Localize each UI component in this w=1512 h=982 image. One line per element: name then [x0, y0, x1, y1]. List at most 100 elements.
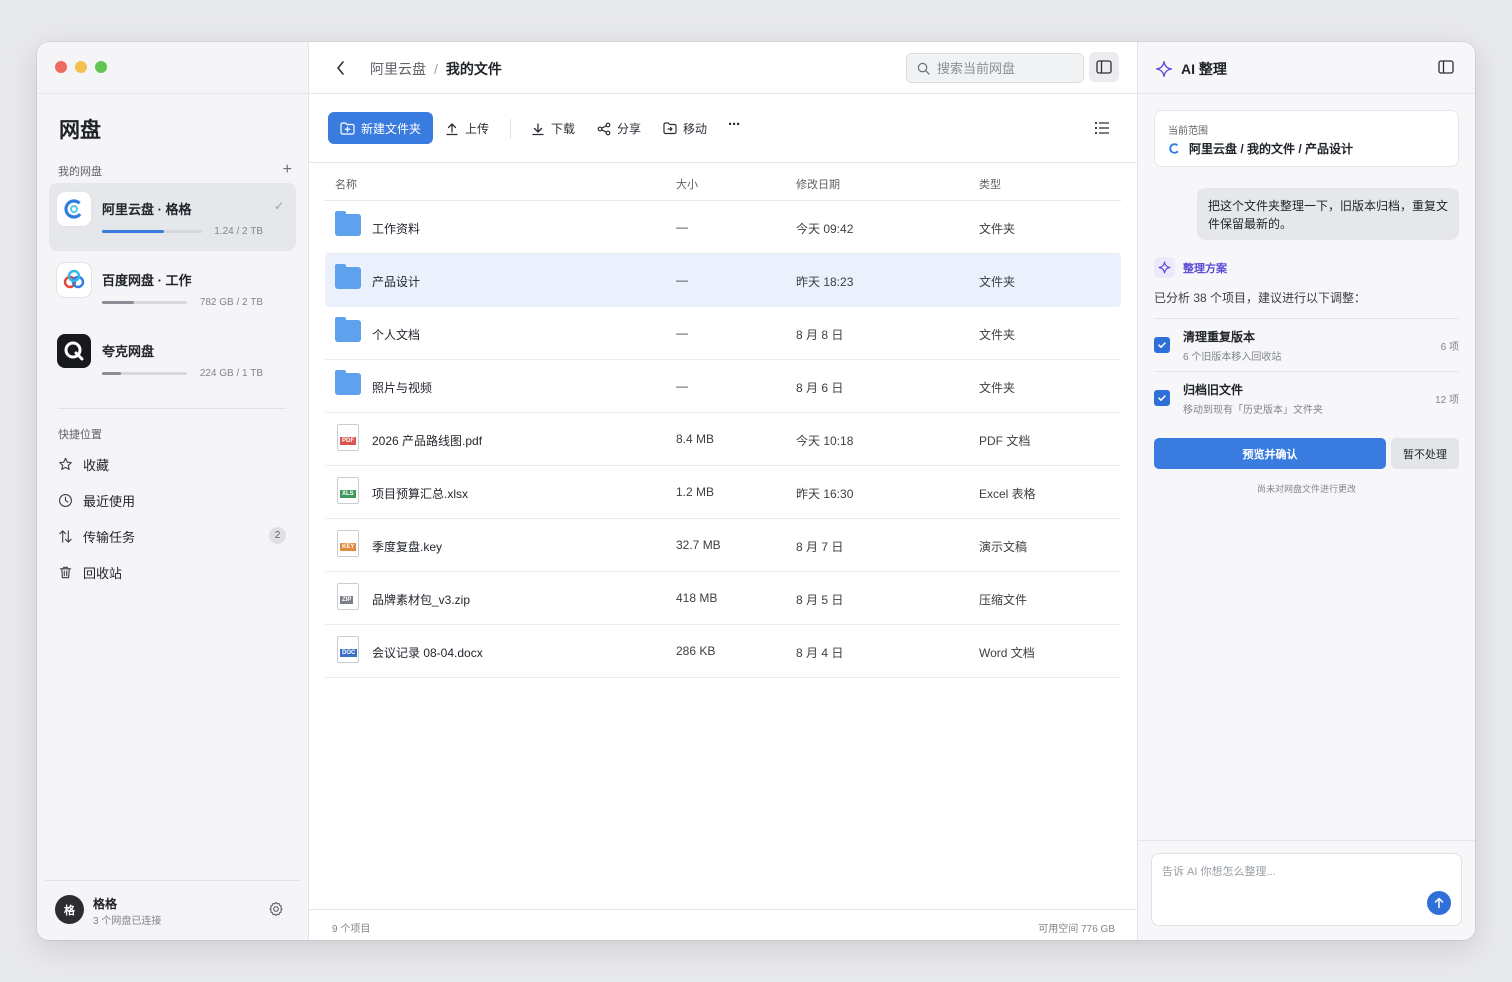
column-header-type[interactable]: 类型 [979, 176, 1001, 192]
file-date: 今天 10:18 [796, 434, 854, 448]
column-header-date[interactable]: 修改日期 [796, 176, 840, 192]
file-size: 286 KB [676, 644, 716, 658]
sidebar-item-transfers[interactable]: 传输任务 [58, 527, 135, 546]
plan-item-count: 12 项 [1435, 395, 1459, 406]
file-size: — [676, 220, 688, 234]
column-header-name[interactable]: 名称 [335, 176, 357, 192]
plan-checkbox[interactable] [1154, 337, 1170, 353]
zoom-window-button[interactable] [95, 61, 107, 73]
breadcrumb-item-root[interactable]: 阿里云盘 [370, 59, 426, 79]
arrow-up-icon [1434, 897, 1444, 909]
avatar[interactable]: 格 [55, 895, 84, 924]
drive-usage-fill [102, 372, 121, 375]
breadcrumb: 阿里云盘 / 我的文件 [370, 59, 502, 79]
table-row[interactable]: 个人文档 — 8 月 8 日 文件夹 [325, 307, 1121, 360]
item-count: 9 个项目 [332, 924, 371, 935]
table-row[interactable]: KEY 季度复盘.key 32.7 MB 8 月 7 日 演示文稿 [325, 519, 1121, 572]
list-view-icon[interactable] [1094, 121, 1110, 135]
divider [45, 880, 300, 881]
ai-composer [1151, 853, 1462, 926]
preview-confirm-button[interactable]: 预览并确认 [1154, 438, 1386, 469]
transfer-count-badge: 2 [269, 527, 286, 544]
plan-item-subtitle: 移动到现有「历史版本」文件夹 [1183, 405, 1323, 416]
ai-prompt-input[interactable] [1162, 863, 1412, 903]
file-type: 文件夹 [979, 222, 1016, 236]
file-date: 今天 09:42 [796, 222, 854, 236]
table-row[interactable]: DOC 会议记录 08-04.docx 286 KB 8 月 4 日 Word 文档 [325, 625, 1121, 678]
download-button[interactable]: 下载 [531, 120, 575, 137]
drive-item-baidu[interactable]: 百度网盘 · 工作 782 GB / 2 TB [49, 254, 296, 322]
user-name: 格格 [93, 897, 118, 911]
sparkle-icon [1155, 60, 1173, 78]
table-row[interactable]: 工作资料 — 今天 09:42 文件夹 [325, 201, 1121, 254]
file-list: 工作资料 — 今天 09:42 文件夹 产品设计 — 昨天 18:23 文件夹 个人文档 —8 月… [325, 201, 1121, 678]
file-icon: PDF [335, 424, 359, 451]
skip-button[interactable]: 暂不处理 [1391, 438, 1459, 469]
table-row[interactable]: PDF 2026 产品路线图.pdf 8.4 MB 今天 10:18 PDF 文档 [325, 413, 1121, 466]
drive-item-quark[interactable]: 夸克网盘 224 GB / 1 TB [49, 325, 296, 393]
clock-icon [59, 494, 72, 507]
drive-usage-bar [102, 372, 187, 375]
drive-name: 夸克网盘 [102, 344, 155, 359]
close-window-button[interactable] [55, 61, 67, 73]
drive-usage-fill [102, 230, 164, 233]
quark-logo-icon [57, 334, 91, 368]
search-input[interactable] [937, 60, 1077, 76]
transfer-icon [59, 530, 72, 543]
file-name: 会议记录 08-04.docx [372, 646, 483, 660]
upload-button[interactable]: 上传 [445, 120, 489, 137]
file-size: — [676, 326, 688, 340]
sidebar: 网盘 我的网盘 + 阿里云盘 · 格格 ✓ 1.24 / 2 TB 百度网盘 ·… [37, 42, 309, 940]
minimize-window-button[interactable] [75, 61, 87, 73]
file-type: PDF 文档 [979, 434, 1031, 448]
folder-plus-icon [340, 121, 355, 135]
folder-move-icon [663, 122, 677, 135]
topbar: 阿里云盘 / 我的文件 [309, 42, 1137, 94]
upload-label: 上传 [465, 122, 490, 136]
file-name: 项目预算汇总.xlsx [372, 487, 469, 501]
table-row[interactable]: 照片与视频 — 8 月 6 日 文件夹 [325, 360, 1121, 413]
sidebar-item-trash[interactable]: 回收站 [58, 563, 122, 582]
search-box [906, 53, 1084, 83]
new-folder-button[interactable]: 新建文件夹 [328, 112, 433, 144]
drive-quota: 1.24 / 2 TB [214, 226, 263, 237]
window-controls [55, 61, 107, 73]
toggle-panel-button[interactable] [1089, 52, 1119, 82]
plan-checkbox[interactable] [1154, 390, 1170, 406]
download-label: 下载 [551, 122, 576, 136]
table-row[interactable]: ZIP 品牌素材包_v3.zip 418 MB 8 月 5 日 压缩文件 [325, 572, 1121, 625]
back-chevron-icon[interactable] [333, 59, 349, 77]
file-date: 昨天 16:30 [796, 487, 854, 501]
add-drive-button[interactable]: + [283, 160, 292, 180]
table-row[interactable]: 产品设计 — 昨天 18:23 文件夹 [325, 254, 1121, 307]
file-type: 压缩文件 [979, 593, 1028, 607]
ai-title-text: AI 整理 [1181, 61, 1227, 77]
download-icon [532, 122, 544, 135]
plan-description: 已分析 38 个项目，建议进行以下调整： [1154, 291, 1367, 305]
sidebar-item-favorites[interactable]: 收藏 [58, 455, 109, 474]
file-name: 工作资料 [372, 222, 421, 236]
baidu-logo-icon [57, 263, 91, 297]
file-date: 8 月 8 日 [796, 328, 844, 342]
aliyun-logo-icon [1169, 143, 1180, 154]
move-button[interactable]: 移动 [663, 120, 707, 137]
divider [510, 119, 511, 139]
file-date: 8 月 7 日 [796, 540, 844, 554]
table-row[interactable]: XLS 项目预算汇总.xlsx 1.2 MB 昨天 16:30 Excel 表格 [325, 466, 1121, 519]
file-type-badge: ZIP [340, 596, 354, 604]
plan-item-subtitle: 6 个旧版本移入回收站 [1183, 352, 1282, 363]
plan-item: 归档旧文件 移动到现有「历史版本」文件夹 12 项 [1154, 372, 1459, 424]
gear-icon[interactable] [268, 901, 284, 917]
file-icon: ZIP [335, 583, 359, 610]
share-button[interactable]: 分享 [597, 120, 641, 137]
sidebar-item-recent[interactable]: 最近使用 [58, 491, 135, 510]
sidebar-toggle-icon[interactable] [1438, 60, 1454, 74]
send-button[interactable] [1427, 891, 1451, 915]
file-date: 昨天 18:23 [796, 275, 854, 289]
drive-quota: 782 GB / 2 TB [199, 297, 263, 308]
more-button[interactable]: ··· [728, 116, 741, 133]
drive-item-aliyun[interactable]: 阿里云盘 · 格格 ✓ 1.24 / 2 TB [49, 183, 296, 251]
folder-icon [335, 317, 361, 342]
file-name: 季度复盘.key [372, 540, 443, 554]
column-header-size[interactable]: 大小 [676, 176, 698, 192]
